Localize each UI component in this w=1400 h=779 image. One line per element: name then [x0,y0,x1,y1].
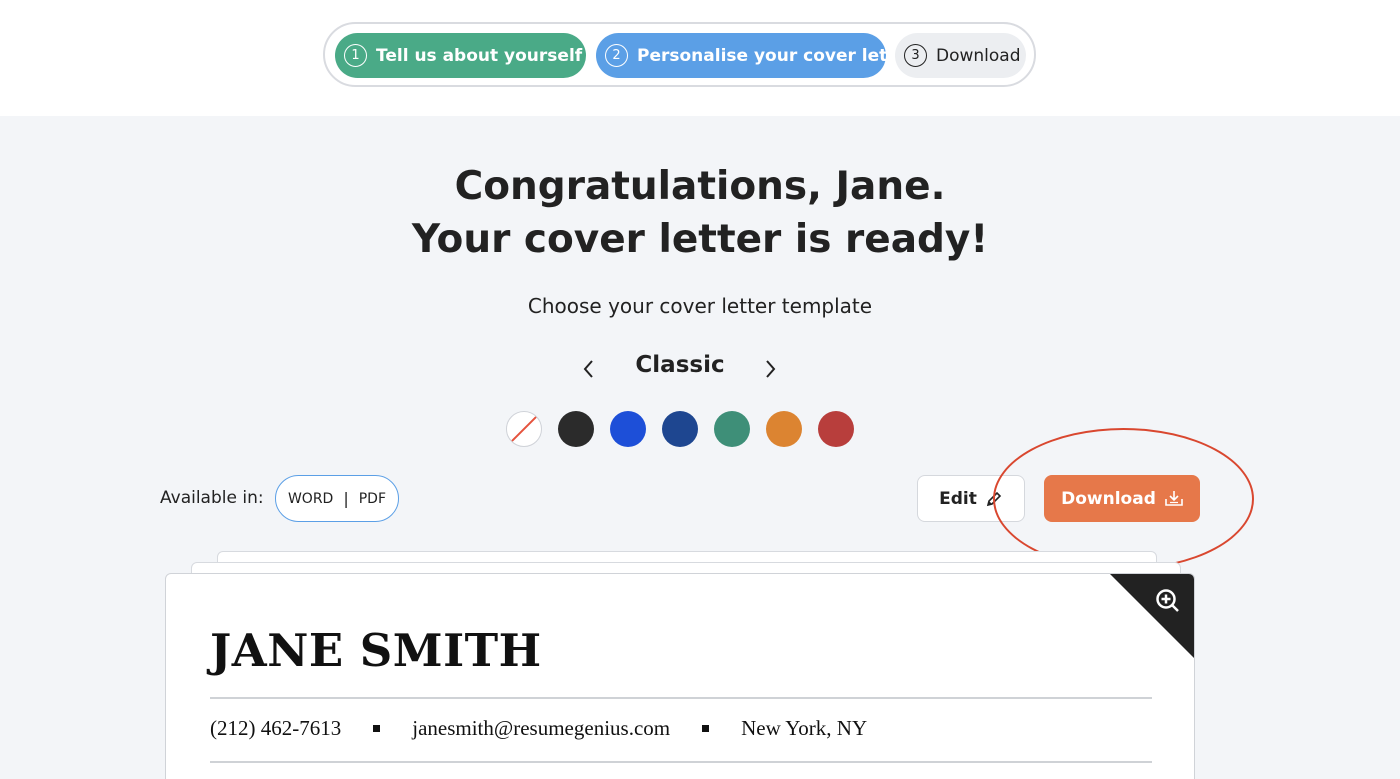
step-label: Tell us about yourself [376,45,583,66]
cover-letter-preview[interactable]: JANE SMITH (212) 462-7613 janesmith@resu… [165,573,1195,779]
color-swatch-navy[interactable] [662,411,698,447]
chevron-left-icon [583,360,593,378]
step-tell-us-about-yourself[interactable]: 1 Tell us about yourself [335,33,604,78]
zoom-button[interactable] [1110,574,1194,658]
previous-template-button[interactable] [574,352,604,386]
color-swatch-blue[interactable] [610,411,646,447]
edit-button-label: Edit [939,488,977,509]
document-name: JANE SMITH [210,624,542,677]
download-button-label: Download [1061,488,1156,509]
available-in-label: Available in: [160,488,264,508]
step-download[interactable]: 3 Download [895,33,1026,78]
page-title: Congratulations, Jane. Your cover letter… [0,160,1400,266]
format-word[interactable]: WORD [288,491,333,507]
divider [210,761,1152,763]
title-line-2: Your cover letter is ready! [411,217,989,262]
contact-line: (212) 462-7613 janesmith@resumegenius.co… [210,716,867,741]
step-label: Download [936,45,1021,66]
step-number: 3 [904,44,927,67]
divider [210,697,1152,699]
step-number: 1 [344,44,367,67]
progress-stepper: 1 Tell us about yourself 2 Personalise y… [323,22,1036,87]
step-personalise-cover-letter[interactable]: 2 Personalise your cover letter [596,33,915,78]
template-prompt: Choose your cover letter template [527,294,873,318]
pencil-icon [986,491,1002,506]
email-address: janesmith@resumegenius.com [412,716,671,740]
bullet-separator [702,725,710,732]
title-line-1: Congratulations, Jane. [454,164,946,209]
top-bar: 1 Tell us about yourself 2 Personalise y… [0,0,1400,116]
color-swatch-red[interactable] [818,411,854,447]
chevron-right-icon [766,360,776,378]
color-swatch-teal[interactable] [714,411,750,447]
color-swatch-black[interactable] [558,411,594,447]
template-selector: Classic [570,350,830,388]
color-swatch-none[interactable] [506,411,542,447]
format-selector[interactable]: WORD | PDF [275,475,399,522]
download-button[interactable]: Download [1044,475,1200,522]
step-label: Personalise your cover letter [637,45,916,66]
download-icon [1165,491,1183,506]
step-number: 2 [605,44,628,67]
format-pdf[interactable]: PDF [359,491,386,507]
next-template-button[interactable] [755,352,785,386]
color-swatch-orange[interactable] [766,411,802,447]
template-name: Classic [635,352,725,378]
location: New York, NY [741,716,868,740]
bullet-separator [373,725,381,732]
format-divider: | [343,489,349,508]
edit-button[interactable]: Edit [917,475,1025,522]
phone-number: (212) 462-7613 [210,716,342,740]
